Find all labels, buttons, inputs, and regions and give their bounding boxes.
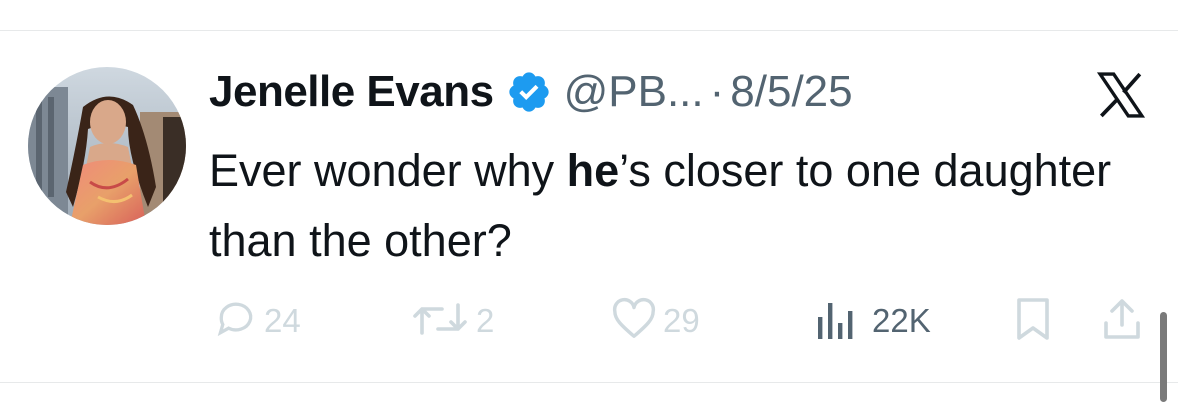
bookmark-button[interactable] [1013, 296, 1053, 346]
top-divider [0, 30, 1178, 31]
avatar-photo [28, 67, 186, 225]
like-button[interactable]: 29 [611, 296, 700, 346]
verified-badge-icon [506, 69, 552, 115]
tweet-date[interactable]: 8/5/25 [730, 67, 852, 117]
heart-icon [611, 297, 657, 346]
tweet-header: Jenelle Evans @PB... · 8/5/25 [209, 62, 853, 122]
like-count: 29 [663, 302, 700, 339]
reply-count: 24 [264, 302, 301, 339]
reply-button[interactable]: 24 [214, 296, 301, 346]
bookmark-icon [1013, 297, 1053, 346]
tweet-text-bold: he [566, 145, 620, 196]
x-logo-icon[interactable] [1094, 72, 1148, 118]
author-name[interactable]: Jenelle Evans [209, 67, 494, 117]
views-count: 22K [872, 302, 931, 339]
views-icon [816, 299, 854, 344]
avatar[interactable] [28, 67, 186, 225]
author-handle[interactable]: @PB... [564, 67, 704, 117]
share-icon [1100, 297, 1144, 346]
repost-icon [410, 297, 470, 346]
views-button[interactable]: 22K [816, 296, 931, 346]
reply-icon [214, 297, 258, 346]
repost-count: 2 [476, 302, 495, 339]
tweet-text: Ever wonder why he’s closer to one daugh… [209, 136, 1129, 276]
repost-button[interactable]: 2 [410, 296, 494, 346]
separator-dot: · [709, 67, 725, 116]
share-button[interactable] [1100, 296, 1144, 346]
scrollbar[interactable] [1160, 312, 1167, 402]
tweet-actions: 24 2 29 22K [0, 296, 1178, 346]
tweet-text-start: Ever wonder why [209, 145, 567, 196]
bottom-divider [0, 382, 1178, 383]
